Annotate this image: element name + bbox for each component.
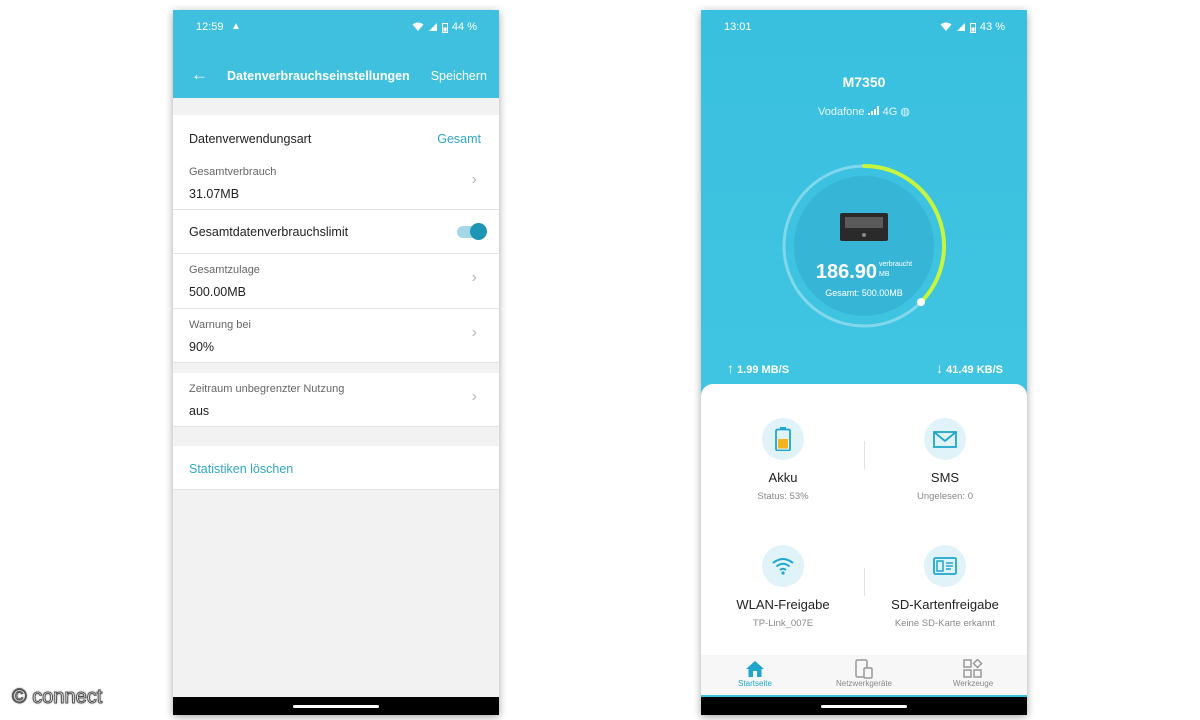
home-gesture-bar[interactable] xyxy=(821,705,907,708)
right-phone-screen: 13:01 43 % M7350 Vodafone 4G ◍ 186.90 ve… xyxy=(701,10,1027,715)
usage-type-label: Datenverwendungsart xyxy=(189,132,312,146)
battery-percent: 43 % xyxy=(979,21,1005,33)
sd-card-status: Keine SD-Karte erkannt xyxy=(894,618,996,629)
sms-unread: Ungelesen: 0 xyxy=(917,491,973,502)
chevron-right-icon: › xyxy=(471,388,477,405)
sms-title: SMS xyxy=(930,470,960,485)
usage-type-row[interactable]: Datenverwendungsart Gesamt xyxy=(173,115,499,161)
tab-devices[interactable]: Netzwerkgeräte xyxy=(810,659,918,688)
home-gesture-bar[interactable] xyxy=(293,705,379,708)
clear-stats-button[interactable]: Statistiken löschen xyxy=(189,462,293,476)
signal-bars-icon xyxy=(867,106,879,115)
chevron-right-icon: › xyxy=(471,324,477,341)
download-speed: ↓ 41.49 KB/S xyxy=(936,360,1003,376)
devices-icon xyxy=(810,659,918,679)
page-title: Datenverbrauchseinstellungen xyxy=(227,69,410,83)
warning-row[interactable]: Warnung bei 90% › xyxy=(173,309,499,363)
warning-label: Warnung bei xyxy=(189,319,251,331)
unlimited-period-value: aus xyxy=(189,404,210,418)
battery-status: Status: 53% xyxy=(757,491,809,502)
network-type: 4G xyxy=(882,106,898,118)
allowance-row[interactable]: Gesamtzulage 500.00MB › xyxy=(173,254,499,309)
back-arrow-icon[interactable]: ← xyxy=(191,65,208,85)
upload-value: 1.99 MB/S xyxy=(737,364,790,376)
carrier-info: Vodafone 4G ◍ xyxy=(701,105,1027,118)
app-header: 12:59 ▲ 44 % ← Datenverbrauchseinstellun… xyxy=(173,10,499,98)
sd-card-title: SD-Kartenfreigabe xyxy=(891,597,999,612)
navigation-arrow-icon: ▲ xyxy=(231,21,241,32)
clear-stats-row[interactable]: Statistiken löschen xyxy=(173,446,499,490)
save-button[interactable]: Speichern xyxy=(431,69,487,83)
system-nav-bar xyxy=(701,697,1027,715)
total-usage-value: 31.07MB xyxy=(189,187,240,201)
chevron-right-icon: › xyxy=(471,171,477,188)
router-device-icon xyxy=(840,213,888,241)
allowance-label: Gesamtzulage xyxy=(189,264,260,276)
used-label: verbraucht xyxy=(879,261,912,268)
tab-devices-label: Netzwerkgeräte xyxy=(835,679,893,688)
chevron-right-icon: › xyxy=(471,269,477,286)
used-value: 186.90 xyxy=(816,261,877,283)
status-time: 12:59 xyxy=(196,21,224,33)
battery-icon xyxy=(762,418,804,460)
battery-title: Akku xyxy=(768,470,798,485)
allowance-value: 500.00MB xyxy=(189,285,246,299)
upload-speed: ↑ 1.99 MB/S xyxy=(727,360,789,376)
upload-arrow-icon: ↑ xyxy=(727,360,734,376)
bottom-tab-bar: Startseite Netzwerkgeräte Werkzeuge xyxy=(701,655,1027,695)
envelope-icon xyxy=(924,418,966,460)
tab-tools-label: Werkzeuge xyxy=(952,679,994,688)
toggle-knob xyxy=(470,223,487,240)
usage-type-value[interactable]: Gesamt xyxy=(437,132,481,146)
dashboard-header: 13:01 43 % M7350 Vodafone 4G ◍ 186.90 ve… xyxy=(701,10,1027,430)
home-icon xyxy=(701,659,809,679)
globe-icon: ◍ xyxy=(900,106,910,118)
unlimited-period-row[interactable]: Zeitraum unbegrenzter Nutzung aus › xyxy=(173,373,499,427)
battery-status-icon xyxy=(969,22,976,33)
wifi-status-icon xyxy=(412,22,424,31)
gauge-end-dot xyxy=(916,298,925,307)
status-bar: 12:59 ▲ 44 % xyxy=(173,10,499,43)
sd-card-icon xyxy=(924,545,966,587)
usage-limit-toggle[interactable] xyxy=(457,223,487,240)
left-phone-screen: 12:59 ▲ 44 % ← Datenverbrauchseinstellun… xyxy=(173,10,499,715)
wifi-tile[interactable]: WLAN-Freigabe TP-Link_007E xyxy=(713,545,853,629)
battery-status-icon xyxy=(441,22,448,33)
download-value: 41.49 KB/S xyxy=(946,364,1003,376)
tab-home[interactable]: Startseite xyxy=(701,659,809,688)
sms-tile[interactable]: SMS Ungelesen: 0 xyxy=(875,418,1015,502)
signal-icon xyxy=(956,23,965,31)
wifi-icon xyxy=(762,545,804,587)
usage-limit-label: Gesamtdatenverbrauchslimit xyxy=(189,225,349,239)
total-usage-row[interactable]: Gesamtverbrauch 31.07MB › xyxy=(173,156,499,210)
battery-tile[interactable]: Akku Status: 53% xyxy=(713,418,853,502)
device-name: M7350 xyxy=(842,74,886,90)
carrier-name: Vodafone xyxy=(818,106,865,118)
battery-percent: 44 % xyxy=(451,21,477,33)
sd-card-tile[interactable]: SD-Kartenfreigabe Keine SD-Karte erkannt xyxy=(875,545,1015,629)
watermark: © connect xyxy=(11,686,103,709)
status-time: 13:01 xyxy=(724,21,752,33)
download-arrow-icon: ↓ xyxy=(936,360,944,376)
tools-grid-icon xyxy=(919,659,1027,679)
used-unit: MB xyxy=(879,271,890,278)
tab-tools[interactable]: Werkzeuge xyxy=(919,659,1027,688)
system-nav-bar xyxy=(173,697,499,715)
wifi-title: WLAN-Freigabe xyxy=(736,597,830,612)
feature-grid: Akku Status: 53% SMS Ungelesen: 0 WLAN-F… xyxy=(701,384,1027,667)
data-usage-gauge: 186.90 verbraucht MB Gesamt: 500.00MB xyxy=(782,164,946,328)
wifi-status-icon xyxy=(940,22,952,31)
tab-home-label: Startseite xyxy=(738,679,772,688)
total-text: Gesamt: 500.00MB xyxy=(825,288,903,298)
total-usage-label: Gesamtverbrauch xyxy=(189,166,277,178)
wifi-ssid: TP-Link_007E xyxy=(752,618,814,629)
unlimited-period-label: Zeitraum unbegrenzter Nutzung xyxy=(189,383,345,395)
status-bar: 13:01 43 % xyxy=(701,10,1027,43)
usage-limit-row: Gesamtdatenverbrauchslimit xyxy=(173,210,499,254)
tile-divider xyxy=(864,568,865,596)
warning-value: 90% xyxy=(189,340,215,354)
signal-icon xyxy=(428,23,437,31)
tile-divider xyxy=(864,441,865,469)
